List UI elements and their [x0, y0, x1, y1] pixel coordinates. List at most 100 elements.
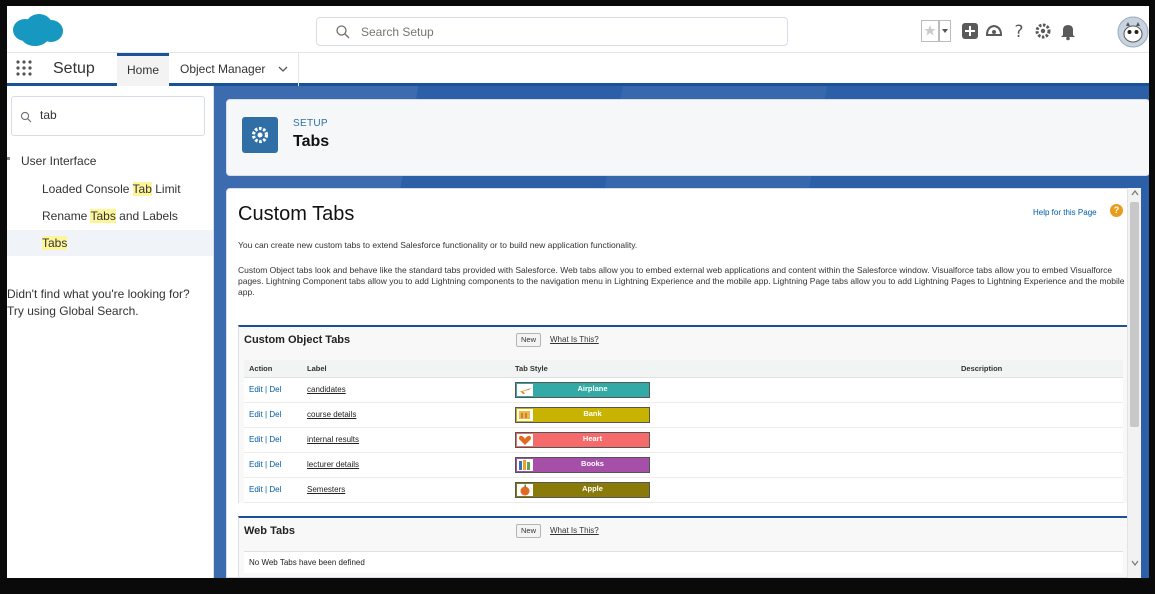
svg-text:?: ? [1014, 22, 1023, 42]
tab-label-link[interactable]: lecturer details [307, 460, 359, 469]
row-tab-style-cell: Apple [510, 477, 956, 503]
scroll-down-arrow-icon[interactable] [1131, 560, 1139, 566]
section-title: Custom Object Tabs [244, 334, 351, 346]
delete-link[interactable]: Del [269, 410, 281, 419]
delete-link[interactable]: Del [269, 385, 281, 394]
help-icon[interactable]: ? [1008, 20, 1030, 42]
trailhead-icon[interactable] [983, 20, 1005, 42]
tab-style-swatch: Airplane [515, 381, 650, 398]
global-search-hint: Try using Global Search. [7, 304, 139, 318]
row-description-cell [956, 377, 1123, 403]
what-is-this-link[interactable]: What Is This? [550, 526, 599, 535]
tab-style-swatch: Bank [515, 406, 650, 423]
chevron-down-icon[interactable] [278, 66, 288, 73]
scrollbar-thumb[interactable] [1130, 202, 1139, 427]
favorites-icon[interactable] [921, 20, 951, 42]
user-avatar-icon[interactable] [1117, 16, 1149, 48]
edit-link[interactable]: Edit [249, 485, 263, 494]
row-tab-style-cell: Books [510, 452, 956, 478]
tab-label-link[interactable]: Semesters [307, 485, 345, 494]
books-icon [517, 458, 533, 471]
tab-label-link[interactable]: course details [307, 410, 356, 419]
table-row: Edit | Del Semesters Apple [244, 477, 1123, 503]
row-label-cell: Semesters [302, 477, 510, 503]
quick-find-input[interactable] [40, 108, 190, 122]
quick-find-box[interactable] [11, 96, 205, 136]
sidebar-item-text: Rename [42, 209, 91, 223]
edit-link[interactable]: Edit [249, 460, 263, 469]
tab-label-link[interactable]: candidates [307, 385, 346, 394]
setup-sidebar: User Interface Loaded Console Tab Limit … [7, 86, 214, 578]
table-header-row: Action Label Tab Style Description [244, 360, 1123, 378]
web-tabs-section: Web Tabs New What Is This? No Web Tabs h… [238, 516, 1128, 577]
tab-object-manager[interactable]: Object Manager [173, 53, 299, 86]
help-question-icon[interactable]: ? [1110, 204, 1123, 217]
content-title: Custom Tabs [238, 203, 355, 225]
salesforce-logo-icon[interactable] [11, 12, 65, 48]
apple-icon [517, 483, 533, 496]
row-description-cell [956, 477, 1123, 503]
delete-link[interactable]: Del [269, 435, 281, 444]
content-scrollbar[interactable] [1127, 188, 1141, 578]
edit-link[interactable]: Edit [249, 435, 263, 444]
column-header-description: Description [956, 360, 1123, 378]
search-icon [336, 25, 350, 39]
row-description-cell [956, 402, 1123, 428]
search-match-highlight: Tabs [90, 209, 116, 223]
sidebar-item-text: Loaded Console [42, 182, 133, 196]
custom-object-tabs-section: Custom Object Tabs New What Is This? Act… [238, 325, 1128, 503]
heart-icon [517, 433, 533, 446]
bank-icon [517, 408, 533, 421]
delete-link[interactable]: Del [269, 485, 281, 494]
sidebar-item-loaded-console-tab-limit[interactable]: Loaded Console Tab Limit [7, 176, 213, 202]
row-description-cell [956, 427, 1123, 453]
intro-text: You can create new custom tabs to extend… [238, 240, 638, 250]
tab-home[interactable]: Home [117, 53, 169, 86]
tab-style-name: Books [581, 458, 604, 468]
tab-style-swatch: Apple [515, 481, 650, 498]
edit-link[interactable]: Edit [249, 385, 263, 394]
sidebar-item-tabs[interactable]: Tabs [7, 230, 213, 256]
what-is-this-link[interactable]: What Is This? [550, 335, 599, 344]
tab-style-name: Heart [582, 433, 603, 443]
page-title: Tabs [293, 133, 330, 150]
screenshot-border [1149, 0, 1155, 594]
row-label-cell: lecturer details [302, 452, 510, 478]
tab-style-name: Airplane [577, 383, 608, 393]
edit-link[interactable]: Edit [249, 410, 263, 419]
setup-gear-icon[interactable] [1032, 20, 1054, 42]
row-label-cell: internal results [302, 427, 510, 453]
global-search-input[interactable] [361, 23, 761, 41]
help-for-this-page-link[interactable]: Help for this Page [1033, 208, 1097, 217]
global-search-box[interactable] [316, 17, 788, 46]
sidebar-item-rename-tabs-and-labels[interactable]: Rename Tabs and Labels [7, 203, 213, 229]
context-nav-bar: Setup Home Object Manager [7, 53, 1149, 86]
new-custom-object-tab-button[interactable]: New [516, 333, 542, 347]
delete-link[interactable]: Del [269, 460, 281, 469]
new-web-tab-button[interactable]: New [516, 524, 542, 538]
row-label-cell: candidates [302, 377, 510, 403]
tab-style-swatch: Heart [515, 431, 650, 448]
row-actions: Edit | Del [244, 402, 302, 428]
airplane-icon [517, 383, 533, 396]
global-actions-icon[interactable] [959, 20, 981, 42]
gear-icon [251, 126, 269, 144]
row-actions: Edit | Del [244, 377, 302, 403]
column-header-tab-style: Tab Style [510, 360, 956, 378]
sidebar-item-text: and Labels [115, 209, 178, 223]
search-icon [20, 111, 32, 123]
table-row: Edit | Del lecturer details Books [244, 452, 1123, 478]
table-row: Edit | Del candidates Airplane [244, 377, 1123, 403]
column-header-action: Action [244, 360, 302, 378]
setup-gear-badge [242, 117, 278, 153]
caret-icon [7, 157, 10, 160]
screenshot-border [0, 578, 1155, 594]
scroll-up-arrow-icon[interactable] [1131, 190, 1139, 196]
notifications-bell-icon[interactable] [1057, 20, 1079, 42]
header-utility-bar: ? [921, 16, 1149, 48]
tab-label-link[interactable]: internal results [307, 435, 359, 444]
table-row: Edit | Del internal results Heart [244, 427, 1123, 453]
search-match-highlight: Tab [132, 182, 152, 196]
page-header-kicker: SETUP [293, 118, 328, 129]
app-launcher-icon[interactable] [15, 59, 33, 77]
